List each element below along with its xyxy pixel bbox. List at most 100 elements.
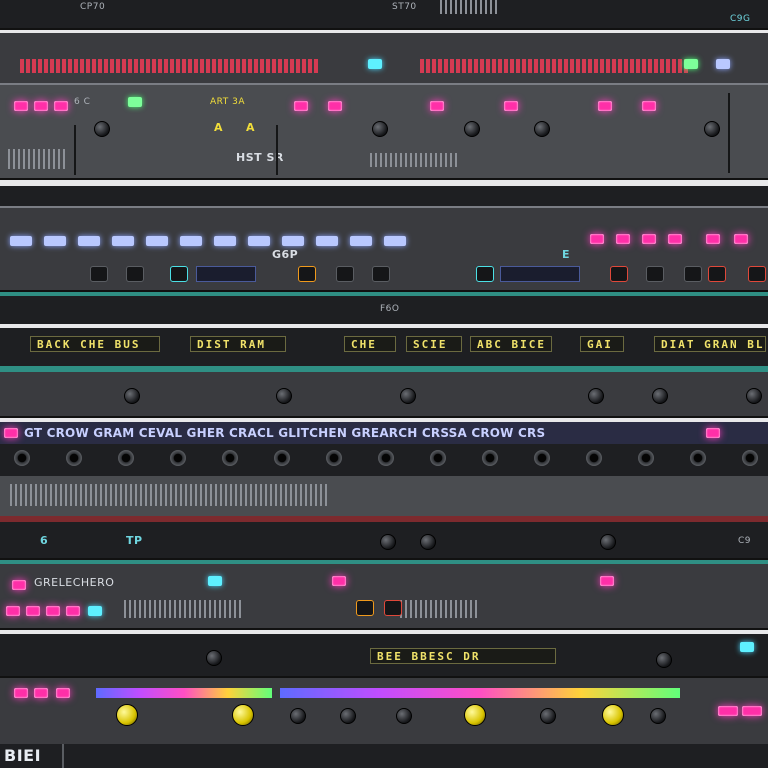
input-jack[interactable] (66, 450, 82, 466)
control-knob[interactable] (588, 388, 604, 404)
control-knob[interactable] (124, 388, 140, 404)
status-led (598, 101, 612, 111)
input-jack[interactable] (586, 450, 602, 466)
status-led (668, 234, 682, 244)
rack-4-display: DIST RAM (190, 336, 286, 352)
control-knob[interactable] (400, 388, 416, 404)
status-led (146, 236, 168, 246)
control-knob[interactable] (206, 650, 222, 666)
control-knob[interactable] (540, 708, 556, 724)
rack-3-label: G6P (272, 248, 299, 261)
rack-button[interactable] (384, 600, 402, 616)
status-led (642, 234, 656, 244)
input-jack[interactable] (638, 450, 654, 466)
rack-button[interactable] (356, 600, 374, 616)
status-led (128, 97, 142, 107)
rack-button[interactable] (708, 266, 726, 282)
input-jack[interactable] (326, 450, 342, 466)
rack-unit-5-jacks (0, 444, 768, 476)
status-led (600, 576, 614, 586)
status-led (88, 606, 102, 616)
rack-button[interactable] (298, 266, 316, 282)
rack-button[interactable] (336, 266, 354, 282)
rack-unit-1b (0, 33, 768, 83)
control-knob[interactable] (656, 652, 672, 668)
panel-divider (728, 93, 730, 173)
status-led (504, 101, 518, 111)
control-knob[interactable] (650, 708, 666, 724)
rack-button[interactable] (646, 266, 664, 282)
rack-2-vent (8, 149, 65, 169)
control-knob[interactable] (746, 388, 762, 404)
rack-7-vent (400, 600, 477, 618)
rack-button[interactable] (748, 266, 766, 282)
control-knob[interactable] (94, 121, 110, 137)
control-knob[interactable] (600, 534, 616, 550)
input-jack[interactable] (378, 450, 394, 466)
status-led (616, 234, 630, 244)
rack-button[interactable] (684, 266, 702, 282)
control-knob[interactable] (652, 388, 668, 404)
status-led (214, 236, 236, 246)
rack-button[interactable] (90, 266, 108, 282)
control-knob[interactable] (704, 121, 720, 137)
control-knob[interactable] (232, 704, 254, 726)
rack-button[interactable] (476, 266, 494, 282)
panel-divider (74, 125, 76, 175)
input-jack[interactable] (430, 450, 446, 466)
status-led (34, 688, 48, 698)
rack-unit-7: GRELECHERO (0, 564, 768, 630)
rack-4-display: CHE (344, 336, 396, 352)
status-led (316, 236, 338, 246)
control-knob[interactable] (372, 121, 388, 137)
control-knob[interactable] (116, 704, 138, 726)
input-jack[interactable] (274, 450, 290, 466)
control-knob[interactable] (602, 704, 624, 726)
rack-4-display: BACK CHE BUS (30, 336, 160, 352)
rack-divider (0, 324, 768, 328)
rack-button[interactable] (126, 266, 144, 282)
control-knob[interactable] (420, 534, 436, 550)
control-knob[interactable] (276, 388, 292, 404)
input-jack[interactable] (14, 450, 30, 466)
control-knob[interactable] (290, 708, 306, 724)
input-jack[interactable] (222, 450, 238, 466)
input-jack[interactable] (170, 450, 186, 466)
rack-unit-5 (0, 372, 768, 418)
spectrum-bar (280, 688, 680, 698)
input-jack[interactable] (482, 450, 498, 466)
rack-7-vent (124, 600, 241, 618)
rack-1-label-left: CP70 (80, 2, 106, 12)
rack-4-display: SCIE (406, 336, 462, 352)
input-jack[interactable] (534, 450, 550, 466)
status-led (12, 580, 26, 590)
rack-2-label: A (214, 121, 224, 134)
input-jack[interactable] (742, 450, 758, 466)
rack-unit-5-labels (0, 476, 768, 516)
spectrum-bar (96, 688, 272, 698)
control-knob[interactable] (534, 121, 550, 137)
status-led (706, 428, 720, 438)
rack-button[interactable] (170, 266, 188, 282)
status-led (642, 101, 656, 111)
input-jack[interactable] (118, 450, 134, 466)
rack-3-display (196, 266, 256, 282)
status-led (56, 688, 70, 698)
control-knob[interactable] (464, 704, 486, 726)
control-knob[interactable] (396, 708, 412, 724)
status-led (716, 59, 730, 69)
rack-5-banner: GT CROW GRAM CEVAL GHER CRACL GLITCHEN G… (24, 426, 546, 440)
control-knob[interactable] (464, 121, 480, 137)
input-jack[interactable] (690, 450, 706, 466)
control-knob[interactable] (380, 534, 396, 550)
status-led (112, 236, 134, 246)
rack-button[interactable] (372, 266, 390, 282)
rack-button[interactable] (610, 266, 628, 282)
control-knob[interactable] (340, 708, 356, 724)
status-led (66, 606, 80, 616)
status-led (34, 101, 48, 111)
status-led (294, 101, 308, 111)
status-led (430, 101, 444, 111)
rack-unit-9 (0, 678, 768, 744)
rack-unit-5-banner: GT CROW GRAM CEVAL GHER CRACL GLITCHEN G… (0, 422, 768, 444)
